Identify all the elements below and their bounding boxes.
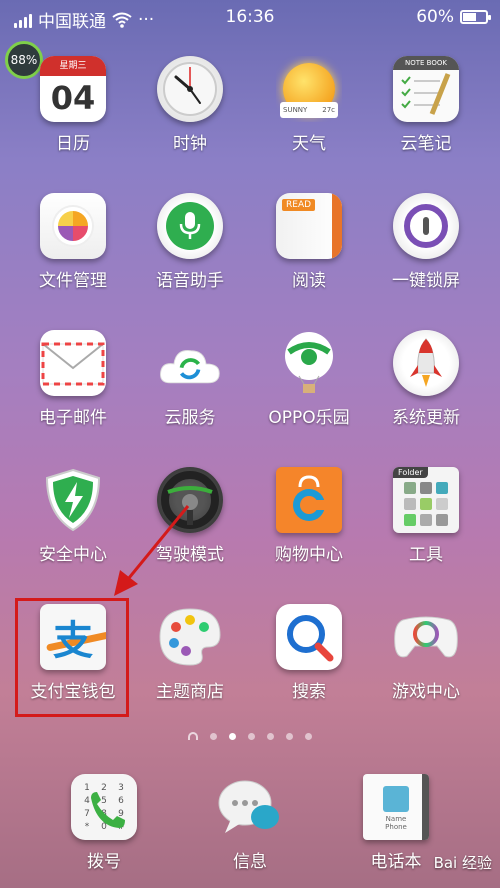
dock: 1 2 3 4 5 6 7 8 9 * 0 # 拨号 (0, 770, 500, 888)
app-label: 搜索 (292, 682, 326, 702)
app-label: 电子邮件 (39, 408, 107, 428)
app-cloud-service[interactable]: 云服务 (131, 330, 249, 428)
rocket-icon (393, 330, 459, 396)
app-dialer[interactable]: 1 2 3 4 5 6 7 8 9 * 0 # 拨号 (45, 774, 163, 872)
app-label: 主题商店 (156, 682, 224, 702)
page-dot[interactable] (248, 732, 255, 740)
weather-temp: 27c (322, 106, 335, 114)
app-voice-assistant[interactable]: 语音助手 (131, 193, 249, 291)
app-label: 拨号 (87, 852, 121, 872)
calendar-day: 04 (50, 79, 96, 117)
page-dot[interactable] (267, 732, 274, 740)
app-messages[interactable]: 信息 (191, 774, 309, 872)
shopping-bag-icon (276, 467, 342, 533)
notebook-icon: NOTE BOOK (393, 56, 459, 122)
app-system-update[interactable]: 系统更新 (367, 330, 485, 428)
app-label: 信息 (233, 852, 267, 872)
gamepad-icon (393, 604, 459, 670)
app-reader[interactable]: READ 阅读 (250, 193, 368, 291)
palette-icon (157, 604, 223, 670)
chat-bubble-icon (217, 774, 283, 840)
cloud-sync-icon (157, 330, 223, 396)
home-screen: 中国联通 ··· 16:36 60% 88% 星期三 04 日历 时钟 SUNN… (0, 0, 500, 888)
app-weather[interactable]: SUNNY 27c 天气 (250, 56, 368, 154)
battery-icon (460, 10, 491, 24)
calendar-icon: 星期三 04 (40, 56, 106, 122)
app-label: 云笔记 (400, 134, 452, 154)
app-label: 语音助手 (156, 271, 224, 291)
app-label: 文件管理 (39, 271, 107, 291)
battery-percent: 60% (416, 7, 454, 27)
notebook-header: NOTE BOOK (393, 56, 459, 70)
app-shopping-center[interactable]: 购物中心 (250, 467, 368, 565)
search-icon (276, 604, 342, 670)
app-label: 工具 (409, 545, 443, 565)
app-label: 云服务 (164, 408, 216, 428)
app-label: 系统更新 (392, 408, 460, 428)
app-tools-folder[interactable]: Folder 工具 (367, 467, 485, 565)
dialpad-icon: 1 2 3 4 5 6 7 8 9 * 0 # (71, 774, 137, 840)
app-label: 购物中心 (275, 545, 343, 565)
alipay-glyph: 支 (53, 618, 93, 664)
balloon-icon (276, 330, 342, 396)
contact-phone-field: Phone (385, 822, 407, 831)
calendar-weekday: 星期三 (40, 56, 106, 76)
folder-header: Folder (393, 467, 428, 478)
page-indicator[interactable] (0, 732, 500, 740)
status-bar: 中国联通 ··· 16:36 60% (0, 0, 500, 36)
lock-icon (393, 193, 459, 259)
folder-icon: Folder (393, 467, 459, 533)
app-oppo-park[interactable]: OPPO乐园 (250, 330, 368, 428)
microphone-icon (157, 193, 223, 259)
envelope-icon (40, 330, 106, 396)
clock-icon (157, 56, 223, 122)
app-label: 游戏中心 (392, 682, 460, 702)
contact-card-icon: Name Phone (363, 774, 429, 840)
app-label: 日历 (56, 134, 90, 154)
app-label: 时钟 (173, 134, 207, 154)
baidu-watermark: Bai 经验 (433, 854, 492, 872)
app-file-manager[interactable]: 文件管理 (14, 193, 132, 291)
weather-icon: SUNNY 27c (276, 56, 342, 122)
app-label: 天气 (292, 134, 326, 154)
app-calendar[interactable]: 星期三 04 日历 (14, 56, 132, 154)
app-label: OPPO乐园 (268, 408, 350, 428)
page-dot[interactable] (286, 732, 293, 740)
app-screen-lock[interactable]: 一键锁屏 (367, 193, 485, 291)
book-icon: READ (276, 193, 342, 259)
contact-name-field: Name (385, 814, 407, 823)
page-dot-active[interactable] (229, 732, 236, 740)
reader-header: READ (282, 199, 316, 211)
app-search[interactable]: 搜索 (250, 604, 368, 702)
folder-icon (40, 193, 106, 259)
app-clock[interactable]: 时钟 (131, 56, 249, 154)
app-notes[interactable]: NOTE BOOK 云笔记 (367, 56, 485, 154)
phone-handset-icon (91, 792, 125, 828)
page-dot[interactable] (210, 732, 217, 740)
page-dot[interactable] (305, 732, 312, 740)
app-email[interactable]: 电子邮件 (14, 330, 132, 428)
app-label: 阅读 (292, 271, 326, 291)
shield-icon (40, 467, 106, 533)
app-game-center[interactable]: 游戏中心 (367, 604, 485, 702)
annotation-arrow-icon (114, 505, 190, 596)
home-page-icon[interactable] (188, 732, 198, 740)
weather-condition: SUNNY (283, 106, 308, 114)
app-label: 一键锁屏 (392, 271, 460, 291)
app-theme-store[interactable]: 主题商店 (131, 604, 249, 702)
